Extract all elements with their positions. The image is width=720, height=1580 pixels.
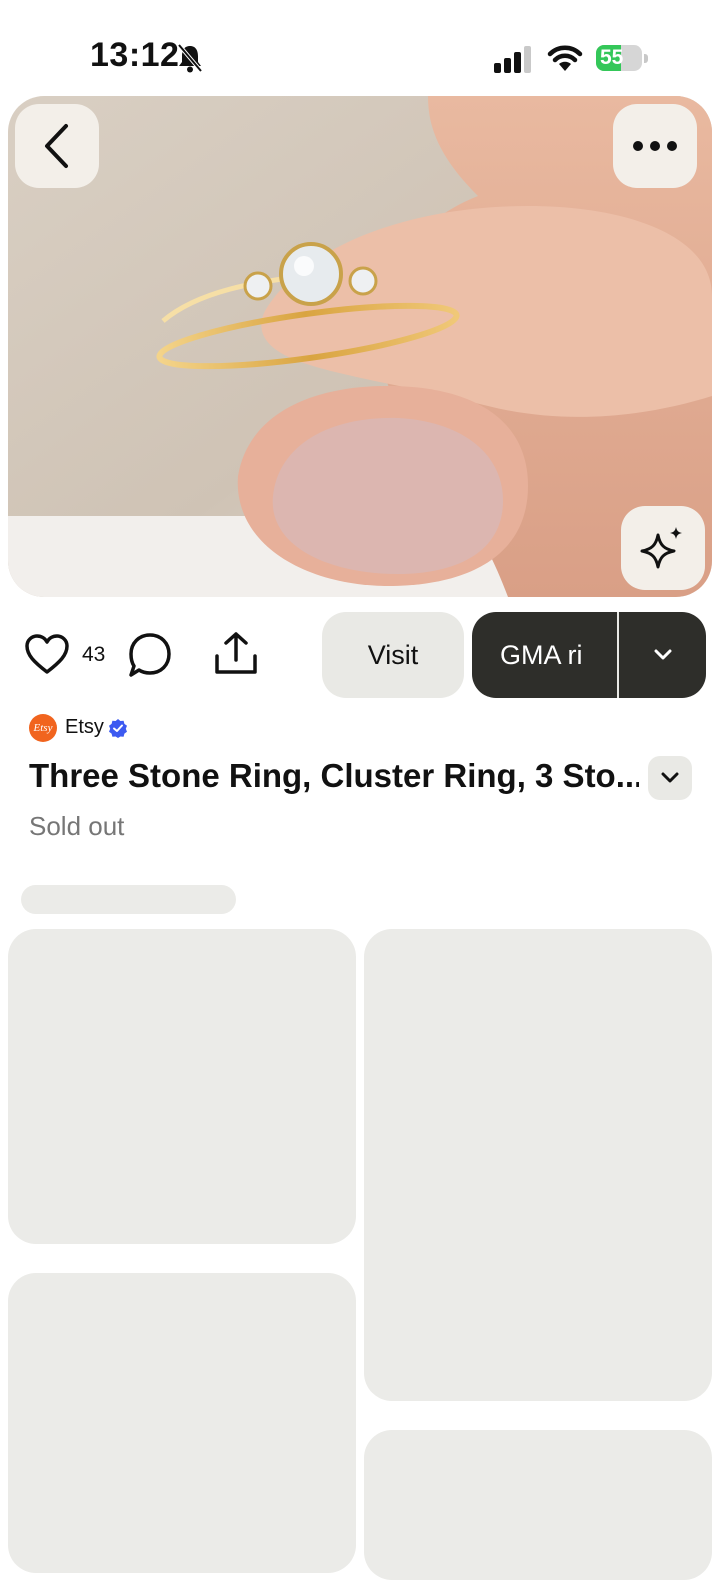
status-time: 13:12 — [90, 36, 180, 74]
chevron-down-icon — [654, 649, 671, 660]
battery-level: 55 — [600, 46, 624, 69]
skeleton-card — [8, 1273, 356, 1573]
merchant-logo[interactable]: Etsy — [29, 714, 57, 742]
chevron-down-icon — [661, 772, 679, 783]
stock-status: Sold out — [29, 811, 125, 841]
battery-charging-icon: 55 — [596, 45, 650, 73]
share-icon[interactable] — [213, 630, 259, 676]
wifi-icon — [547, 43, 583, 73]
visit-button[interactable]: Visit — [322, 612, 464, 698]
skeleton-card — [364, 1430, 712, 1580]
expand-title-button[interactable] — [648, 756, 692, 800]
save-to-board-button[interactable]: GMA ri — [472, 612, 617, 698]
sparkle-icon — [640, 527, 682, 569]
heart-icon[interactable] — [24, 633, 70, 675]
more-options-button[interactable] — [613, 104, 697, 188]
back-icon — [45, 124, 68, 168]
bell-slash-icon — [176, 43, 204, 73]
skeleton-card — [8, 929, 356, 1244]
back-button[interactable] — [15, 104, 99, 188]
verified-icon — [108, 718, 128, 738]
visual-search-button[interactable] — [621, 506, 705, 590]
product-title: Three Stone Ring, Cluster Ring, 3 Sto... — [29, 757, 639, 794]
skeleton-heading — [21, 885, 236, 914]
cellular-signal-icon — [494, 45, 534, 73]
product-image[interactable] — [8, 96, 712, 597]
comment-icon[interactable] — [128, 632, 172, 678]
board-select-button[interactable] — [619, 612, 706, 698]
save-to-board-group: GMA ri — [472, 612, 706, 698]
like-count: 43 — [82, 643, 106, 666]
more-icon — [633, 141, 677, 151]
skeleton-card — [364, 929, 712, 1401]
merchant-name[interactable]: Etsy — [65, 716, 104, 739]
